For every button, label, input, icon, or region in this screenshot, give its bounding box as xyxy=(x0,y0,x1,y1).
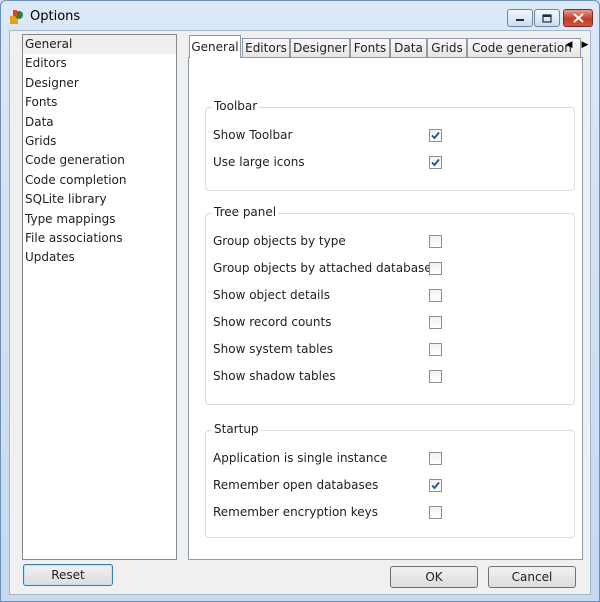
tab-grids[interactable]: Grids xyxy=(427,38,467,58)
show-system-tables-checkbox[interactable] xyxy=(429,343,442,356)
maximize-icon xyxy=(542,13,552,23)
nav-item-data[interactable]: Data xyxy=(23,113,176,132)
title-bar: Options xyxy=(1,1,599,31)
tab-fonts[interactable]: Fonts xyxy=(350,38,390,58)
option-row: Show shadow tables xyxy=(213,367,563,387)
tab-general[interactable]: General xyxy=(189,35,241,58)
tab-scroll-arrows: ◀ ▶ xyxy=(561,36,593,54)
remember-open-databases-checkbox[interactable] xyxy=(429,479,442,492)
maximize-button[interactable] xyxy=(534,9,560,27)
show-object-details-checkbox[interactable] xyxy=(429,289,442,302)
option-row: Group objects by attached databases xyxy=(213,259,563,279)
nav-item-code-completion[interactable]: Code completion xyxy=(23,171,176,190)
chevron-right-icon[interactable]: ▶ xyxy=(582,40,589,50)
option-label: Use large icons xyxy=(213,155,305,169)
group-by-attached-db-checkbox[interactable] xyxy=(429,262,442,275)
nav-item-file-associations[interactable]: File associations xyxy=(23,229,176,248)
minimize-icon xyxy=(516,19,524,21)
tree-panel-group-title: Tree panel xyxy=(212,205,279,219)
ok-button[interactable]: OK xyxy=(390,566,478,588)
options-app-icon xyxy=(10,10,23,24)
nav-item-updates[interactable]: Updates xyxy=(23,248,176,267)
remember-encryption-keys-checkbox[interactable] xyxy=(429,506,442,519)
show-toolbar-checkbox[interactable] xyxy=(429,129,442,142)
tab-editors[interactable]: Editors xyxy=(242,38,290,58)
option-row: Use large icons xyxy=(213,153,563,173)
general-tab-panel: Toolbar Show Toolbar Use large icons Tre… xyxy=(188,57,583,560)
checkmark-icon xyxy=(431,158,440,167)
group-by-type-checkbox[interactable] xyxy=(429,235,442,248)
nav-item-type-mappings[interactable]: Type mappings xyxy=(23,210,176,229)
window-title: Options xyxy=(30,9,81,24)
option-label: Group objects by type xyxy=(213,234,346,248)
show-shadow-tables-checkbox[interactable] xyxy=(429,370,442,383)
option-row: Show system tables xyxy=(213,340,563,360)
nav-item-sqlite-library[interactable]: SQLite library xyxy=(23,190,176,209)
nav-item-grids[interactable]: Grids xyxy=(23,132,176,151)
single-instance-checkbox[interactable] xyxy=(429,452,442,465)
options-window: Options General Editors Designer Fonts D… xyxy=(0,0,600,602)
option-row: Group objects by type xyxy=(213,232,563,252)
cancel-button[interactable]: Cancel xyxy=(488,566,576,588)
nav-item-fonts[interactable]: Fonts xyxy=(23,93,176,112)
close-button[interactable] xyxy=(563,9,593,27)
option-label: Show system tables xyxy=(213,342,334,356)
option-label: Remember encryption keys xyxy=(213,505,378,519)
nav-item-editors[interactable]: Editors xyxy=(23,54,176,73)
option-label: Application is single instance xyxy=(213,451,388,465)
option-row: Show object details xyxy=(213,286,563,306)
checkmark-icon xyxy=(431,131,440,140)
option-row: Remember encryption keys xyxy=(213,503,563,523)
nav-item-general[interactable]: General xyxy=(23,35,176,55)
option-label: Show Toolbar xyxy=(213,128,293,142)
startup-group-title: Startup xyxy=(212,422,261,436)
option-row: Remember open databases xyxy=(213,476,563,496)
option-label: Remember open databases xyxy=(213,478,379,492)
show-record-counts-checkbox[interactable] xyxy=(429,316,442,329)
tree-panel-group: Tree panel Group objects by type Group o… xyxy=(205,205,575,405)
close-icon xyxy=(572,13,584,23)
reset-button[interactable]: Reset xyxy=(23,564,113,586)
option-label: Group objects by attached databases xyxy=(213,261,438,275)
tab-designer[interactable]: Designer xyxy=(290,38,350,58)
option-label: Show record counts xyxy=(213,315,332,329)
checkmark-icon xyxy=(431,481,440,490)
option-row: Show record counts xyxy=(213,313,563,333)
nav-item-code-generation[interactable]: Code generation xyxy=(23,151,176,170)
tab-strip: General Editors Designer Fonts Data Grid… xyxy=(188,35,581,58)
use-large-icons-checkbox[interactable] xyxy=(429,156,442,169)
option-label: Show object details xyxy=(213,288,330,302)
option-label: Show shadow tables xyxy=(213,369,336,383)
tab-data[interactable]: Data xyxy=(390,38,427,58)
option-row: Show Toolbar xyxy=(213,126,563,146)
dialog-client-area: General Editors Designer Fonts Data Grid… xyxy=(9,30,591,595)
chevron-left-icon[interactable]: ◀ xyxy=(566,40,573,50)
minimize-button[interactable] xyxy=(507,9,533,27)
category-list[interactable]: General Editors Designer Fonts Data Grid… xyxy=(22,34,177,560)
startup-group: Startup Application is single instance R… xyxy=(205,422,575,538)
option-row: Application is single instance xyxy=(213,449,563,469)
toolbar-group: Toolbar Show Toolbar Use large icons xyxy=(205,99,575,191)
toolbar-group-title: Toolbar xyxy=(212,99,260,113)
nav-item-designer[interactable]: Designer xyxy=(23,74,176,93)
